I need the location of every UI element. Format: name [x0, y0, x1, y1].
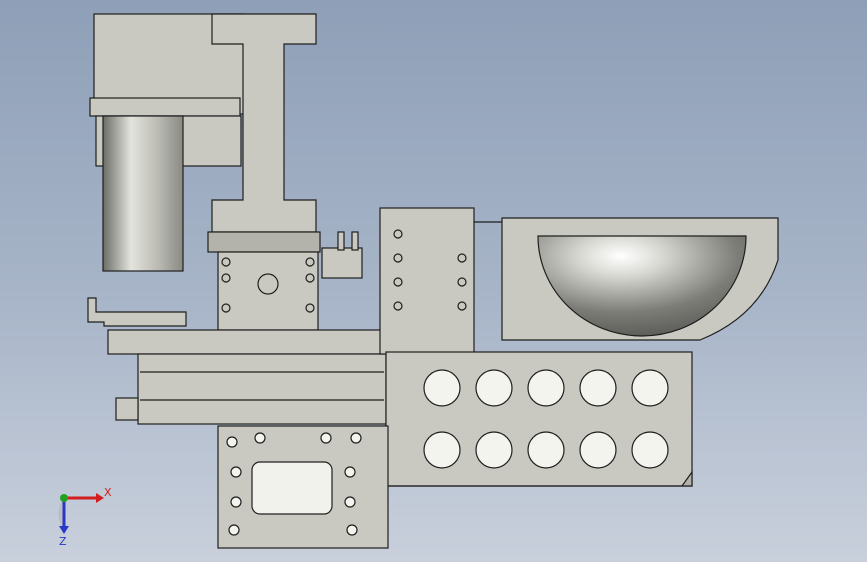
bolt	[305, 273, 315, 283]
beam-hole	[527, 431, 565, 469]
y-axis-dot	[60, 494, 68, 502]
mounting-screw	[230, 496, 242, 508]
x-axis-arrowhead	[96, 493, 104, 503]
mounting-screw	[226, 436, 238, 448]
bolt	[305, 303, 315, 313]
beam-hole	[475, 431, 513, 469]
beam-hole	[631, 369, 669, 407]
mounting-plate-cutout	[251, 461, 333, 515]
bolt	[221, 303, 231, 313]
small-bracket[interactable]	[87, 297, 187, 327]
slide-rail[interactable]	[137, 353, 387, 425]
base-plate[interactable]	[107, 329, 391, 355]
bolt	[305, 257, 315, 267]
bracket-hole	[457, 301, 467, 311]
motor-cover-lower[interactable]	[89, 97, 241, 117]
x-axis-label: X	[104, 486, 112, 499]
beam-hole	[631, 431, 669, 469]
beam-hole	[527, 369, 565, 407]
bracket-hole	[393, 277, 403, 287]
mounting-screw	[228, 524, 240, 536]
coordinate-triad: X Z	[58, 486, 112, 548]
beam-hole	[423, 431, 461, 469]
bracket-hole	[393, 229, 403, 239]
beam-hole	[423, 369, 461, 407]
beam-hole	[475, 369, 513, 407]
rail-end-cap[interactable]	[115, 397, 139, 421]
bracket-hole	[393, 301, 403, 311]
bolt	[221, 257, 231, 267]
cylinder-port[interactable]	[257, 273, 279, 295]
mounting-screw	[344, 496, 356, 508]
bracket-hole	[457, 253, 467, 263]
mounting-screw	[320, 432, 332, 444]
cad-viewport[interactable]: X Z	[0, 0, 867, 562]
bracket-hole	[393, 253, 403, 263]
mounting-screw	[344, 466, 356, 478]
assembly-drawing: X Z	[58, 13, 779, 549]
bracket-hole	[457, 277, 467, 287]
air-fitting[interactable]	[321, 247, 363, 279]
bolt	[221, 273, 231, 283]
mounting-screw	[254, 432, 266, 444]
z-axis-arrowhead	[59, 526, 69, 534]
wheel[interactable]	[102, 115, 184, 272]
beam-hole	[579, 431, 617, 469]
z-axis-label: Z	[59, 535, 67, 548]
air-fitting-stem	[337, 231, 345, 251]
mounting-screw	[230, 466, 242, 478]
mounting-screw	[346, 524, 358, 536]
cylinder-head[interactable]	[207, 231, 321, 253]
air-fitting-stem	[351, 231, 359, 251]
mounting-screw	[350, 432, 362, 444]
beam-hole	[579, 369, 617, 407]
